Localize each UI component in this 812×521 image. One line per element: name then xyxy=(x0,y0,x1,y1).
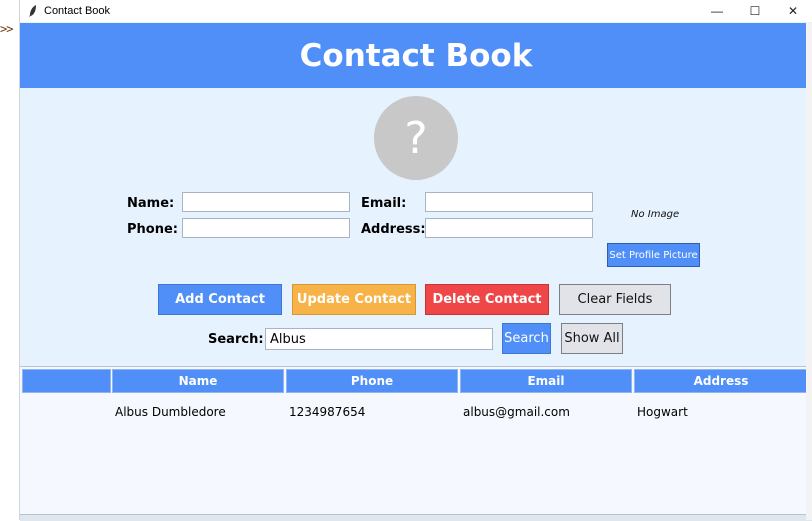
table-header: Name Phone Email Address xyxy=(20,369,812,393)
add-contact-button[interactable]: Add Contact xyxy=(158,284,282,315)
close-button[interactable]: ✕ xyxy=(774,0,812,22)
feather-icon xyxy=(29,5,36,17)
header-banner: Contact Book xyxy=(20,23,812,88)
show-all-button[interactable]: Show All xyxy=(561,323,623,354)
editor-gutter-marker: >> xyxy=(0,22,13,36)
set-profile-picture-button[interactable]: Set Profile Picture xyxy=(607,243,700,267)
profile-avatar: ? xyxy=(374,96,458,180)
column-header-phone[interactable]: Phone xyxy=(286,369,458,393)
address-field[interactable] xyxy=(425,218,593,238)
title-bar: Contact Book — ☐ ✕ xyxy=(20,0,812,22)
no-image-text: No Image xyxy=(631,209,680,220)
contacts-table: Name Phone Email Address Albus Dumbledor… xyxy=(20,366,812,516)
phone-label: Phone: xyxy=(127,222,178,237)
search-button[interactable]: Search xyxy=(502,323,551,354)
email-field[interactable] xyxy=(425,192,593,212)
column-header-name[interactable]: Name xyxy=(112,369,284,393)
delete-contact-button[interactable]: Delete Contact xyxy=(425,284,549,315)
search-input[interactable] xyxy=(265,328,493,350)
window-controls: — ☐ ✕ xyxy=(698,0,812,22)
phone-field[interactable] xyxy=(182,218,350,238)
cell-phone: 1234987654 xyxy=(289,405,366,419)
maximize-button[interactable]: ☐ xyxy=(736,0,774,22)
column-header-id[interactable] xyxy=(22,369,111,393)
address-label: Address: xyxy=(361,222,426,237)
window-right-edge xyxy=(806,23,812,520)
app-window: Contact Book — ☐ ✕ Contact Book ? Name: … xyxy=(19,0,812,521)
cell-address: Hogwart xyxy=(637,405,688,419)
cell-name: Albus Dumbledore xyxy=(115,405,226,419)
email-label: Email: xyxy=(361,196,407,211)
update-contact-button[interactable]: Update Contact xyxy=(292,284,416,315)
window-title: Contact Book xyxy=(44,5,111,17)
page-title: Contact Book xyxy=(299,37,533,74)
column-header-address[interactable]: Address xyxy=(634,369,808,393)
search-label: Search: xyxy=(208,332,264,347)
minimize-button[interactable]: — xyxy=(698,0,736,22)
name-label: Name: xyxy=(127,196,175,211)
column-header-email[interactable]: Email xyxy=(460,369,632,393)
name-field[interactable] xyxy=(182,192,350,212)
cell-email: albus@gmail.com xyxy=(463,405,570,419)
question-mark-icon: ? xyxy=(404,112,428,164)
clear-fields-button[interactable]: Clear Fields xyxy=(559,284,671,315)
